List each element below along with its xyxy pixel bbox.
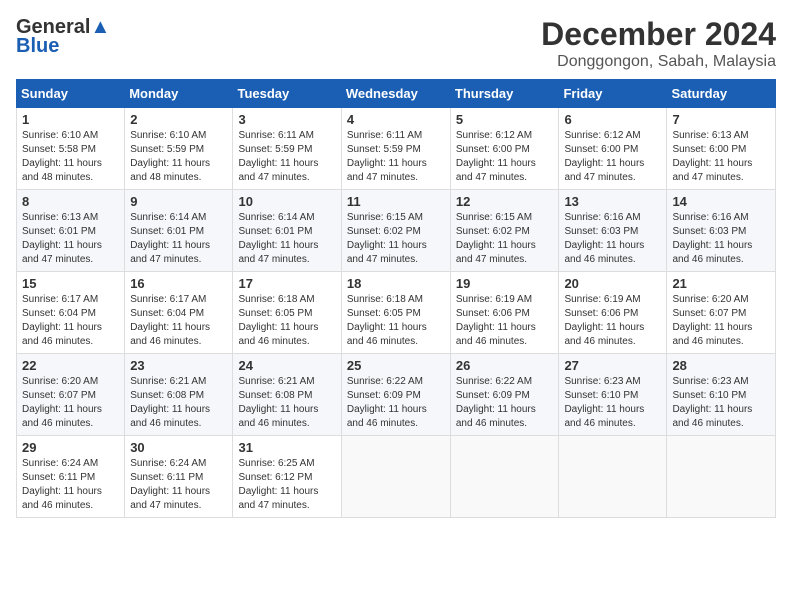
calendar-day-27: 27Sunrise: 6:23 AMSunset: 6:10 PMDayligh… bbox=[559, 354, 667, 436]
logo: General▲ Blue bbox=[16, 16, 110, 58]
calendar-day-3: 3Sunrise: 6:11 AMSunset: 5:59 PMDaylight… bbox=[233, 108, 341, 190]
page-subtitle: Donggongon, Sabah, Malaysia bbox=[541, 53, 776, 71]
calendar-day-19: 19Sunrise: 6:19 AMSunset: 6:06 PMDayligh… bbox=[450, 272, 559, 354]
calendar-day-21: 21Sunrise: 6:20 AMSunset: 6:07 PMDayligh… bbox=[667, 272, 776, 354]
calendar-day-28: 28Sunrise: 6:23 AMSunset: 6:10 PMDayligh… bbox=[667, 354, 776, 436]
calendar-day-11: 11Sunrise: 6:15 AMSunset: 6:02 PMDayligh… bbox=[341, 190, 450, 272]
header-wednesday: Wednesday bbox=[341, 80, 450, 108]
header-sunday: Sunday bbox=[17, 80, 125, 108]
calendar-day-1: 1Sunrise: 6:10 AMSunset: 5:58 PMDaylight… bbox=[17, 108, 125, 190]
calendar-day-25: 25Sunrise: 6:22 AMSunset: 6:09 PMDayligh… bbox=[341, 354, 450, 436]
calendar-day-13: 13Sunrise: 6:16 AMSunset: 6:03 PMDayligh… bbox=[559, 190, 667, 272]
calendar-day-31: 31Sunrise: 6:25 AMSunset: 6:12 PMDayligh… bbox=[233, 436, 341, 518]
calendar-day-14: 14Sunrise: 6:16 AMSunset: 6:03 PMDayligh… bbox=[667, 190, 776, 272]
calendar-day-8: 8Sunrise: 6:13 AMSunset: 6:01 PMDaylight… bbox=[17, 190, 125, 272]
calendar-day-26: 26Sunrise: 6:22 AMSunset: 6:09 PMDayligh… bbox=[450, 354, 559, 436]
calendar-empty-cell bbox=[667, 436, 776, 518]
calendar-day-7: 7Sunrise: 6:13 AMSunset: 6:00 PMDaylight… bbox=[667, 108, 776, 190]
logo-subtext: Blue bbox=[16, 35, 59, 58]
calendar-empty-cell bbox=[559, 436, 667, 518]
calendar-day-12: 12Sunrise: 6:15 AMSunset: 6:02 PMDayligh… bbox=[450, 190, 559, 272]
calendar-day-20: 20Sunrise: 6:19 AMSunset: 6:06 PMDayligh… bbox=[559, 272, 667, 354]
calendar-empty-cell bbox=[450, 436, 559, 518]
calendar-header-row: Sunday Monday Tuesday Wednesday Thursday… bbox=[17, 80, 776, 108]
calendar-day-5: 5Sunrise: 6:12 AMSunset: 6:00 PMDaylight… bbox=[450, 108, 559, 190]
header-saturday: Saturday bbox=[667, 80, 776, 108]
calendar-day-30: 30Sunrise: 6:24 AMSunset: 6:11 PMDayligh… bbox=[125, 436, 233, 518]
calendar-day-16: 16Sunrise: 6:17 AMSunset: 6:04 PMDayligh… bbox=[125, 272, 233, 354]
calendar-day-29: 29Sunrise: 6:24 AMSunset: 6:11 PMDayligh… bbox=[17, 436, 125, 518]
calendar-empty-cell bbox=[341, 436, 450, 518]
page-title: December 2024 bbox=[541, 16, 776, 53]
calendar-day-4: 4Sunrise: 6:11 AMSunset: 5:59 PMDaylight… bbox=[341, 108, 450, 190]
calendar-day-6: 6Sunrise: 6:12 AMSunset: 6:00 PMDaylight… bbox=[559, 108, 667, 190]
calendar-day-23: 23Sunrise: 6:21 AMSunset: 6:08 PMDayligh… bbox=[125, 354, 233, 436]
header-thursday: Thursday bbox=[450, 80, 559, 108]
calendar-day-9: 9Sunrise: 6:14 AMSunset: 6:01 PMDaylight… bbox=[125, 190, 233, 272]
header-monday: Monday bbox=[125, 80, 233, 108]
calendar-day-17: 17Sunrise: 6:18 AMSunset: 6:05 PMDayligh… bbox=[233, 272, 341, 354]
calendar-day-2: 2Sunrise: 6:10 AMSunset: 5:59 PMDaylight… bbox=[125, 108, 233, 190]
calendar-day-18: 18Sunrise: 6:18 AMSunset: 6:05 PMDayligh… bbox=[341, 272, 450, 354]
calendar-day-24: 24Sunrise: 6:21 AMSunset: 6:08 PMDayligh… bbox=[233, 354, 341, 436]
title-area: December 2024 Donggongon, Sabah, Malaysi… bbox=[541, 16, 776, 71]
page-header: General▲ Blue December 2024 Donggongon, … bbox=[16, 16, 776, 71]
header-tuesday: Tuesday bbox=[233, 80, 341, 108]
header-friday: Friday bbox=[559, 80, 667, 108]
calendar-day-15: 15Sunrise: 6:17 AMSunset: 6:04 PMDayligh… bbox=[17, 272, 125, 354]
calendar-day-22: 22Sunrise: 6:20 AMSunset: 6:07 PMDayligh… bbox=[17, 354, 125, 436]
calendar-table: Sunday Monday Tuesday Wednesday Thursday… bbox=[16, 79, 776, 518]
calendar-day-10: 10Sunrise: 6:14 AMSunset: 6:01 PMDayligh… bbox=[233, 190, 341, 272]
